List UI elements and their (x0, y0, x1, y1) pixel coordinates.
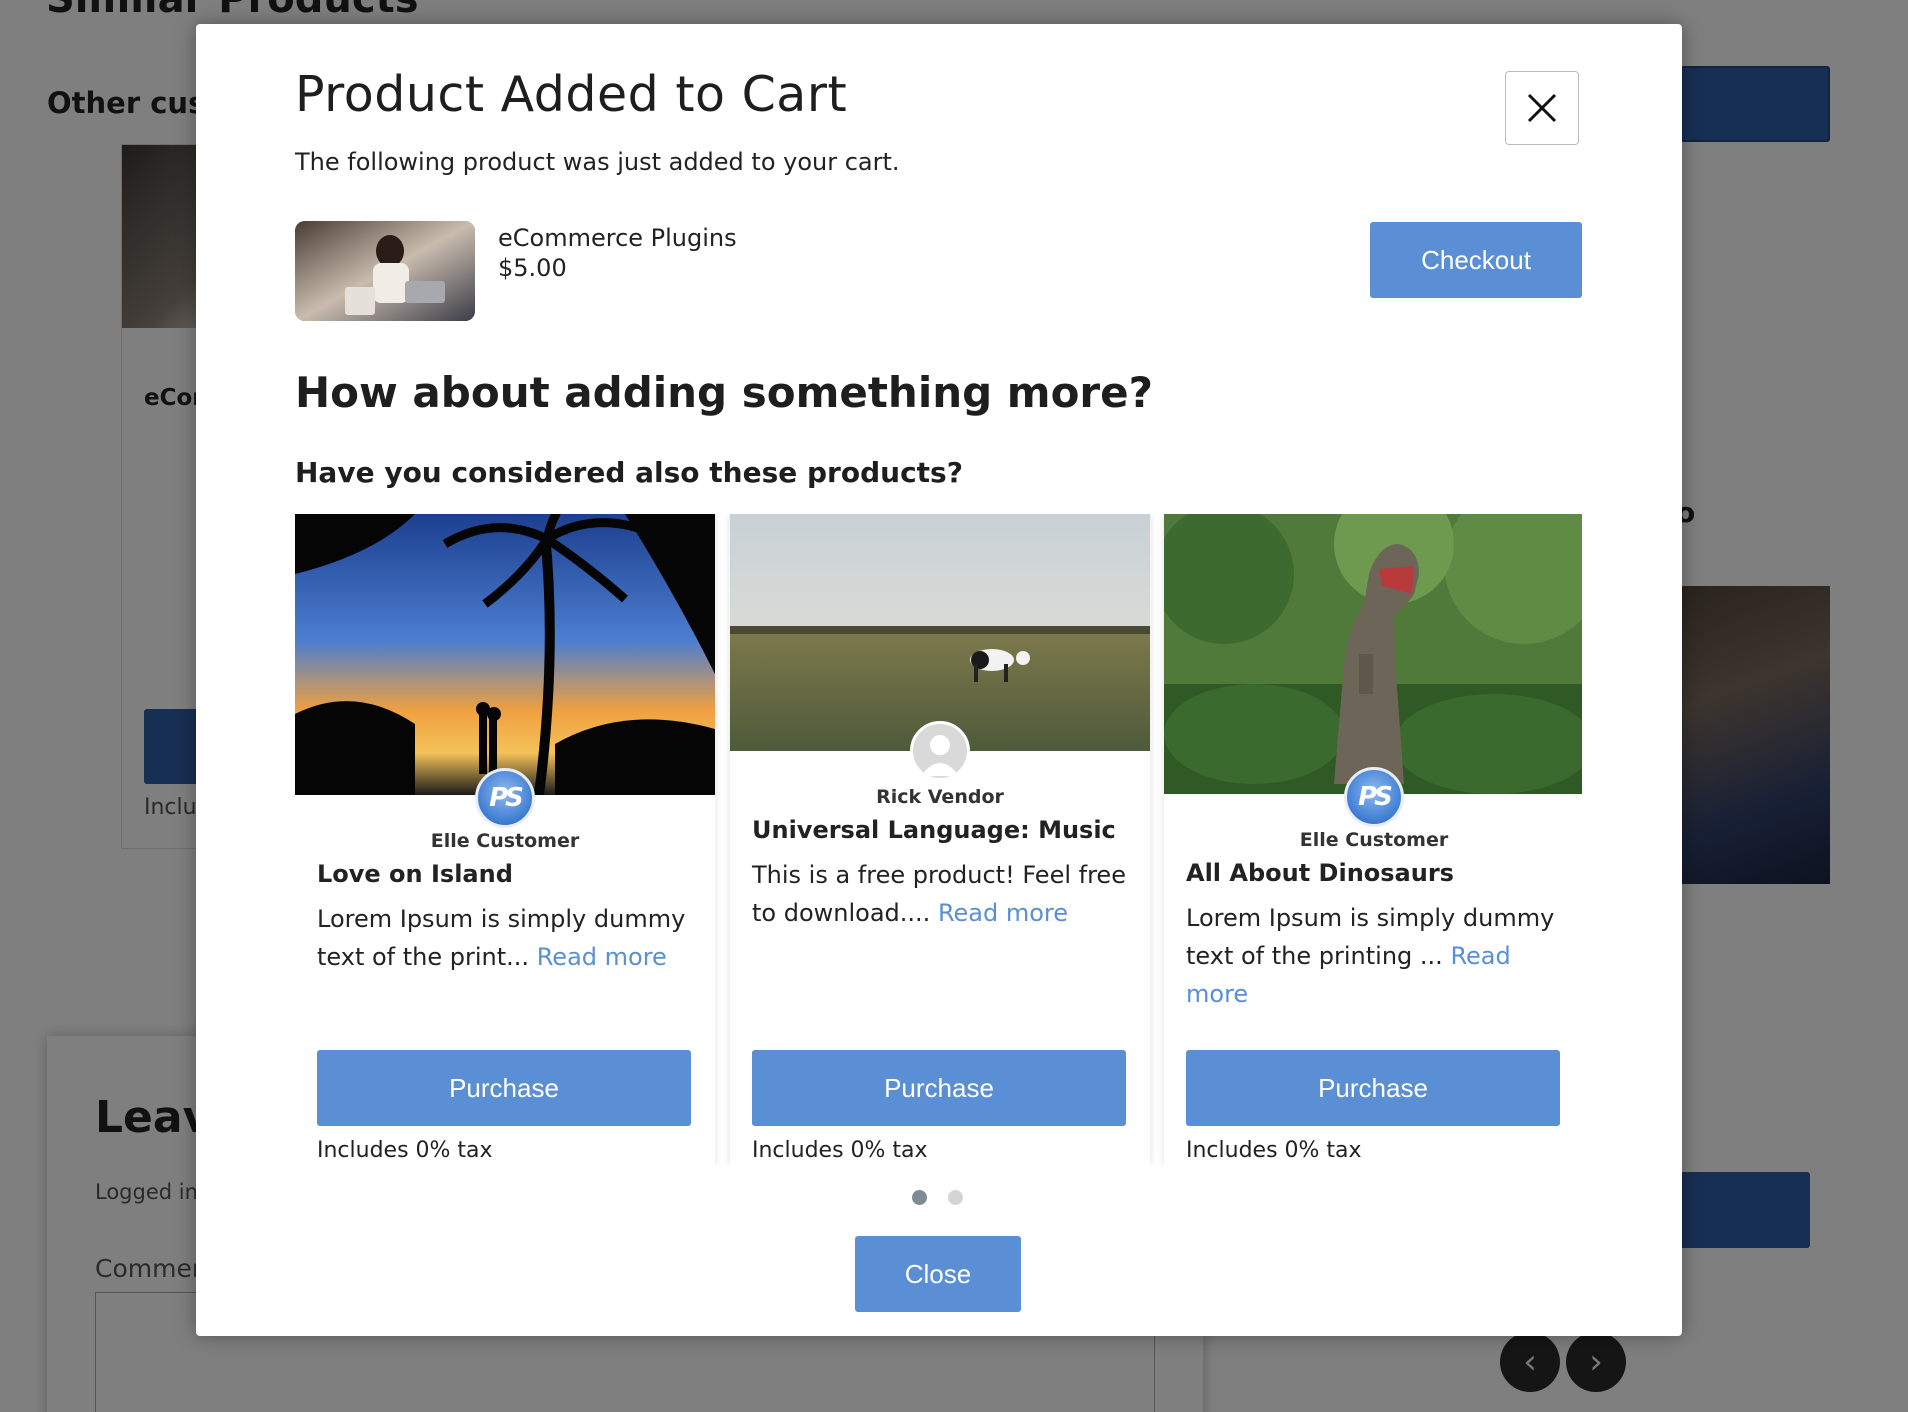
modal-title: Product Added to Cart (295, 66, 848, 123)
user-icon (910, 721, 970, 781)
product-card: PS Elle Customer Love on Island Lorem Ip… (295, 514, 715, 1166)
vendor-avatar-initials: PS (489, 783, 524, 813)
added-product-name: eCommerce Plugins (498, 224, 737, 252)
modal-subtitle: The following product was just added to … (295, 148, 900, 176)
product-card: Rick Vendor Universal Language: Music Th… (730, 514, 1150, 1166)
purchase-button[interactable]: Purchase (752, 1050, 1126, 1126)
close-icon[interactable] (1505, 71, 1579, 145)
upsell-heading: How about adding something more? (295, 368, 1153, 417)
product-title[interactable]: All About Dinosaurs (1186, 859, 1454, 887)
product-description: This is a free product! Feel free to dow… (752, 856, 1132, 932)
product-description: Lorem Ipsum is simply dummy text of the … (317, 900, 697, 976)
tax-note: Includes 0% tax (1186, 1138, 1362, 1163)
product-image[interactable] (1164, 514, 1582, 794)
added-product-price: $5.00 (498, 254, 567, 282)
purchase-button[interactable]: Purchase (1186, 1050, 1560, 1126)
carousel-dot-2[interactable] (948, 1190, 963, 1205)
tax-note: Includes 0% tax (317, 1138, 493, 1163)
carousel-dot-1[interactable] (912, 1190, 927, 1205)
product-carousel[interactable]: PS Elle Customer Love on Island Lorem Ip… (295, 514, 1582, 1166)
close-button[interactable]: Close (855, 1236, 1021, 1312)
vendor-name: Rick Vendor (876, 786, 1004, 808)
product-title[interactable]: Universal Language: Music (752, 816, 1116, 844)
vendor-avatar: PS (475, 768, 535, 828)
added-product-image (295, 221, 475, 321)
added-to-cart-modal: Product Added to Cart The following prod… (196, 24, 1682, 1336)
product-title[interactable]: Love on Island (317, 860, 513, 888)
purchase-button[interactable]: Purchase (317, 1050, 691, 1126)
read-more-link[interactable]: Read more (938, 899, 1068, 927)
tax-note: Includes 0% tax (752, 1138, 928, 1163)
product-card: PS Elle Customer All About Dinosaurs Lor… (1164, 514, 1582, 1166)
product-image[interactable] (295, 514, 715, 795)
upsell-subheading: Have you considered also these products? (295, 456, 963, 489)
vendor-name: Elle Customer (1299, 829, 1449, 851)
checkout-button[interactable]: Checkout (1370, 222, 1582, 298)
vendor-name: Elle Customer (430, 830, 580, 852)
vendor-avatar-initials: PS (1358, 782, 1393, 812)
product-description: Lorem Ipsum is simply dummy text of the … (1186, 899, 1566, 1013)
product-image[interactable] (730, 514, 1150, 751)
read-more-link[interactable]: Read more (537, 943, 667, 971)
carousel-pagination (912, 1190, 963, 1205)
vendor-avatar: PS (1344, 767, 1404, 827)
